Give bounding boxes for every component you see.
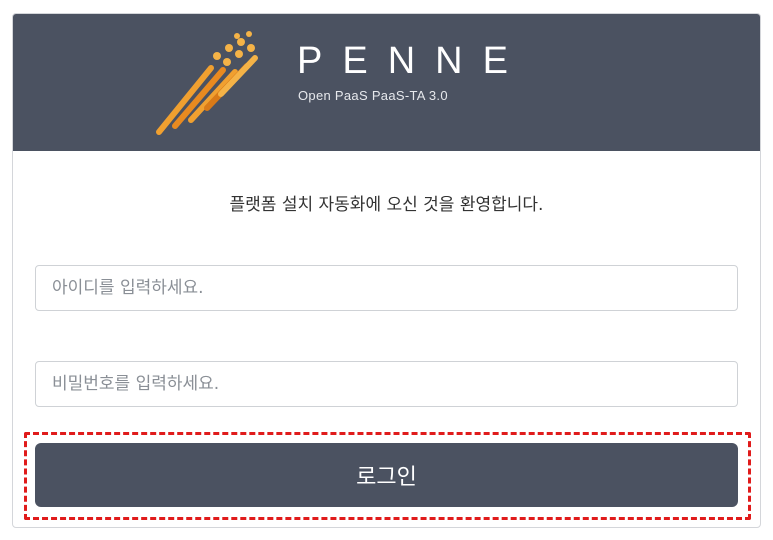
password-input[interactable] <box>35 361 738 407</box>
login-button[interactable]: 로그인 <box>35 443 738 507</box>
brand-subtitle: Open PaaS PaaS-TA 3.0 <box>298 88 448 103</box>
header-banner: PENNE Open PaaS PaaS-TA 3.0 <box>13 14 760 151</box>
brand-name: PENNE <box>297 40 528 82</box>
login-card: PENNE Open PaaS PaaS-TA 3.0 플랫폼 설치 자동화에 … <box>12 13 761 528</box>
streak-logo-icon <box>156 31 258 135</box>
username-input[interactable] <box>35 265 738 311</box>
welcome-message: 플랫폼 설치 자동화에 오신 것을 환영합니다. <box>229 195 544 215</box>
